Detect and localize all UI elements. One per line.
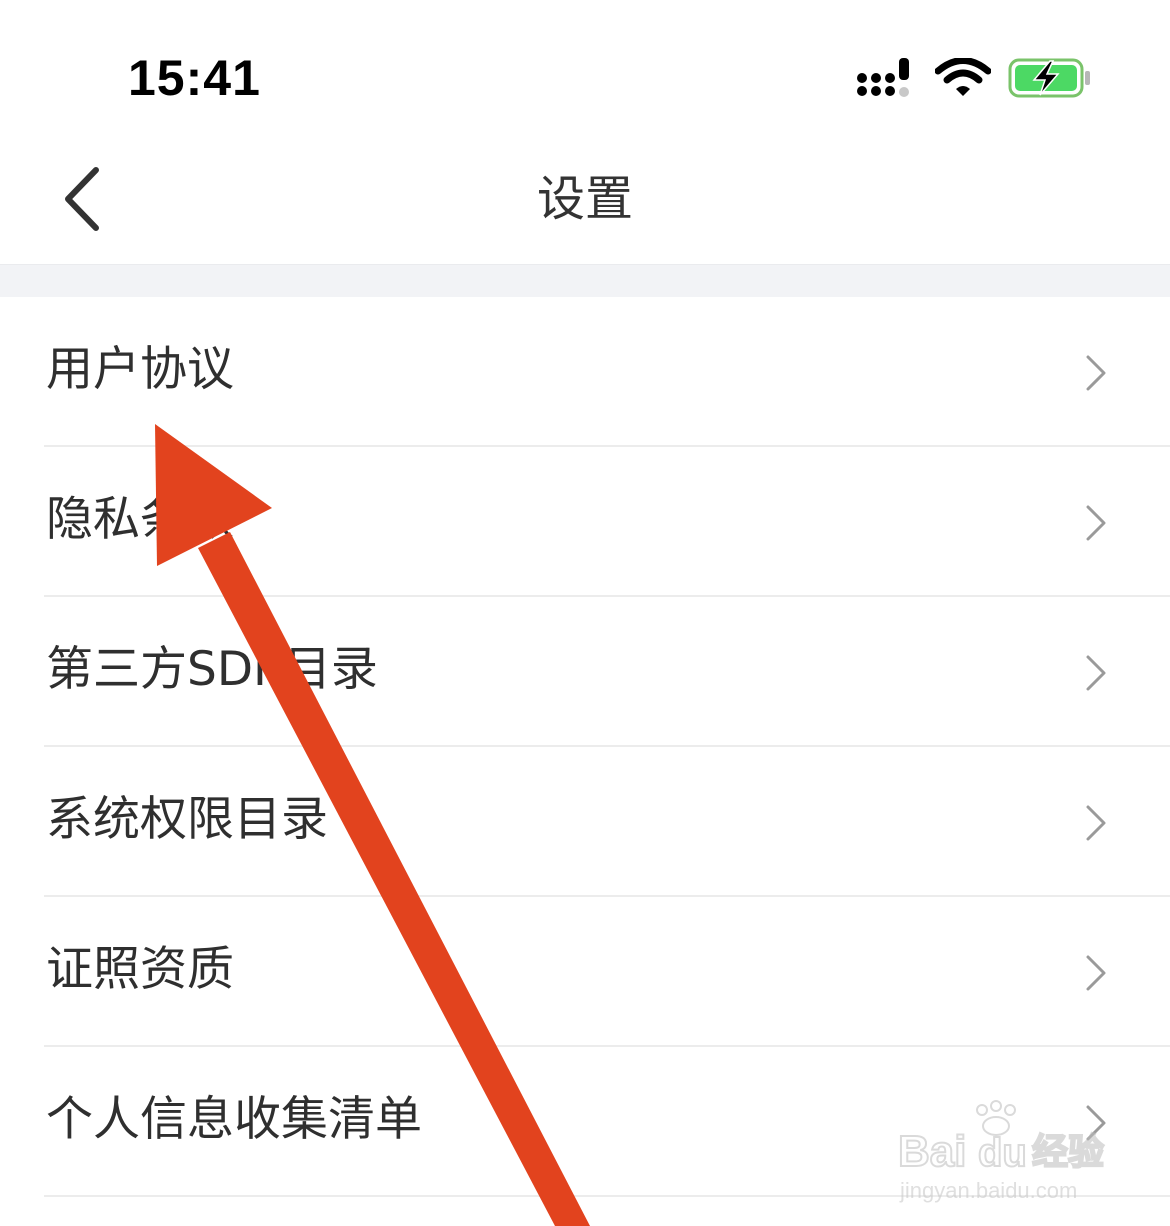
settings-item-third-party-sdk[interactable]: 第三方SDK目录: [0, 597, 1170, 747]
section-divider: [0, 264, 1170, 297]
settings-item-user-agreement[interactable]: 用户协议: [0, 297, 1170, 447]
settings-item-label: 证照资质: [46, 942, 234, 997]
nav-bar: 设置: [0, 132, 1170, 264]
chevron-right-icon: [1086, 805, 1106, 841]
battery-charging-icon: [1008, 58, 1090, 98]
chevron-right-icon: [1086, 355, 1106, 391]
chevron-right-icon: [1086, 955, 1106, 991]
status-time: 15:41: [128, 50, 261, 106]
cellular-signal-icon: [857, 58, 909, 97]
status-bar: 15:41: [0, 0, 1170, 132]
settings-list: 用户协议 隐私条款 第三方SDK目录 系统权限目录 证照资质 个人信息收集清单: [0, 297, 1170, 1197]
settings-item-privacy-policy[interactable]: 隐私条款: [0, 447, 1170, 597]
settings-item-label: 隐私条款: [46, 492, 234, 547]
settings-item-label: 第三方SDK目录: [46, 642, 378, 697]
chevron-right-icon: [1086, 1105, 1106, 1141]
chevron-right-icon: [1086, 655, 1106, 691]
page-title: 设置: [536, 171, 633, 227]
settings-item-licenses[interactable]: 证照资质: [0, 897, 1170, 1047]
settings-item-personal-info-list[interactable]: 个人信息收集清单: [0, 1047, 1170, 1197]
settings-item-label: 个人信息收集清单: [46, 1092, 422, 1147]
settings-item-system-permissions[interactable]: 系统权限目录: [0, 747, 1170, 897]
wifi-icon: [935, 58, 991, 96]
settings-item-label: 用户协议: [46, 342, 234, 397]
chevron-right-icon: [1086, 505, 1106, 541]
settings-item-label: 系统权限目录: [46, 792, 328, 847]
